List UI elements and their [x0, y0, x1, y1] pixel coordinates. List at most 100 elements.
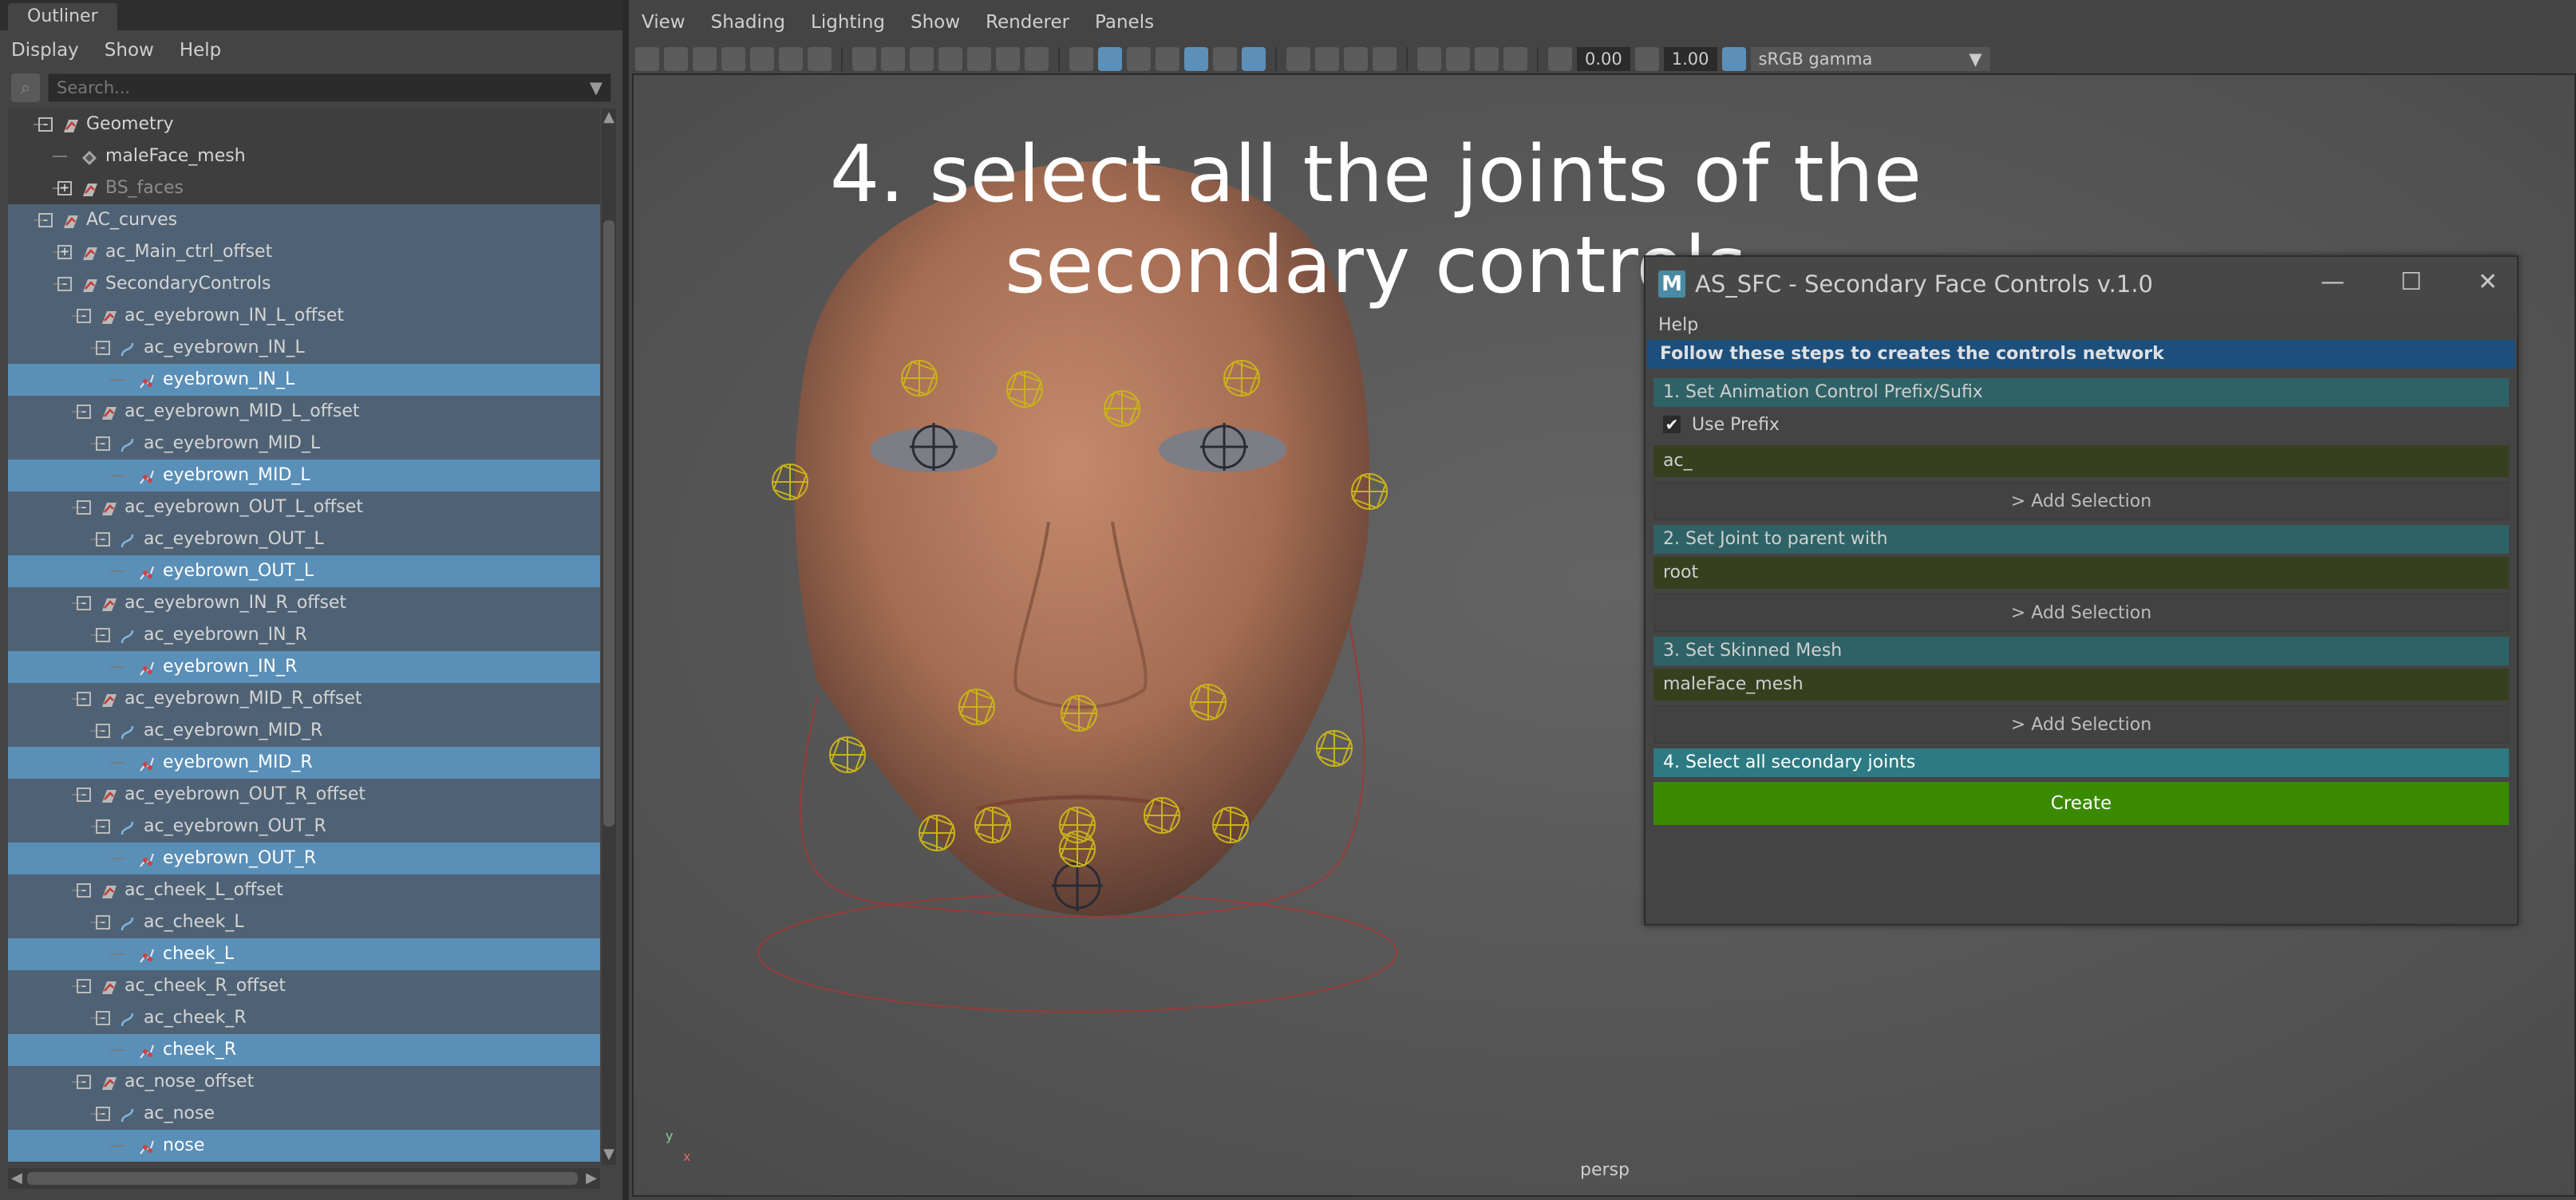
outliner-row-curve[interactable]: - ac_eyebrown_OUT_R — [8, 811, 600, 843]
xray-joints-icon[interactable] — [1503, 47, 1527, 71]
outliner-search-input[interactable]: Search... ▼ — [48, 73, 611, 102]
collapse-icon[interactable]: - — [96, 819, 110, 834]
depth-of-field-icon[interactable] — [1373, 47, 1397, 71]
film-gate-icon[interactable] — [881, 47, 905, 71]
camera-lock-icon[interactable] — [664, 47, 688, 71]
outliner-row-group[interactable]: - ac_eyebrown_IN_L_offset — [8, 300, 600, 332]
collapse-icon[interactable]: - — [96, 436, 110, 451]
scroll-up-arrow-icon[interactable]: ▲ — [603, 109, 614, 125]
collapse-icon[interactable]: - — [38, 213, 53, 227]
safe-action-icon[interactable] — [996, 47, 1020, 71]
create-button[interactable]: Create — [1653, 782, 2509, 825]
outliner-row-group[interactable]: - ac_eyebrown_MID_L_offset — [8, 396, 600, 428]
outliner-row-joint[interactable]: nose — [8, 1130, 600, 1162]
outliner-tree[interactable]: - Geometry maleFace_mesh + BS_faces - AC_curve… — [8, 109, 600, 1165]
outliner-row-group[interactable]: - ac_eyebrown_OUT_R_offset — [8, 779, 600, 811]
outliner-vscroll-thumb[interactable] — [603, 220, 614, 827]
viewport-menu-lighting[interactable]: Lighting — [811, 12, 885, 33]
grid-icon[interactable] — [852, 47, 876, 71]
minimize-icon[interactable]: — — [2321, 268, 2345, 296]
gamma-icon[interactable] — [1634, 47, 1659, 71]
gamma-field[interactable]: 1.00 — [1663, 47, 1717, 71]
default-material-icon[interactable] — [1127, 47, 1151, 71]
secondary-control-shape[interactable] — [772, 464, 808, 500]
secondary-control-shape[interactable] — [1006, 371, 1043, 408]
filter-icon[interactable]: ⌕ — [11, 73, 40, 102]
collapse-icon[interactable]: - — [96, 724, 110, 738]
outliner-row-curve[interactable]: - ac_eyebrown_IN_R — [8, 619, 600, 651]
scroll-right-arrow-icon[interactable]: ▶ — [586, 1170, 597, 1186]
outliner-row-group[interactable]: - SecondaryControls — [8, 268, 600, 300]
collapse-icon[interactable]: - — [77, 883, 91, 898]
secondary-control-shape[interactable] — [1059, 831, 1096, 867]
viewport-menu-panels[interactable]: Panels — [1095, 12, 1154, 33]
secondary-control-shape[interactable] — [1104, 390, 1140, 427]
secondary-control-shape[interactable] — [1351, 473, 1388, 510]
collapse-icon[interactable]: - — [96, 628, 110, 642]
scroll-left-arrow-icon[interactable]: ◀ — [11, 1170, 22, 1186]
xray-icon[interactable] — [1446, 47, 1470, 71]
color-space-select[interactable]: sRGB gamma ▼ — [1750, 47, 1990, 71]
outliner-row-joint[interactable]: eyebrown_MID_L — [8, 460, 600, 491]
search-dropdown-icon[interactable]: ▼ — [590, 78, 603, 97]
collapse-icon[interactable]: - — [77, 788, 91, 802]
anti-aliasing-icon[interactable] — [1344, 47, 1368, 71]
add-selection-button-2[interactable]: > Add Selection — [1653, 594, 2509, 632]
secondary-control-shape[interactable] — [1212, 807, 1249, 843]
secondary-control-shape[interactable] — [919, 815, 955, 851]
prefix-input[interactable]: ac_ — [1653, 445, 2509, 477]
collapse-icon[interactable]: - — [96, 532, 110, 547]
dialog-titlebar[interactable]: M AS_SFC - Secondary Face Controls v.1.0… — [1646, 257, 2517, 311]
textured-icon[interactable] — [1184, 47, 1208, 71]
outliner-row-group[interactable]: - Geometry — [8, 109, 600, 140]
outliner-row-group[interactable]: + BS_faces — [8, 172, 600, 204]
collapse-icon[interactable]: - — [96, 915, 110, 930]
collapse-icon[interactable]: - — [96, 341, 110, 355]
outliner-row-curve[interactable]: - ac_cheek_R — [8, 1002, 600, 1034]
outliner-menu-help[interactable]: Help — [180, 40, 221, 61]
collapse-icon[interactable]: - — [96, 1011, 110, 1025]
safe-title-icon[interactable] — [1025, 47, 1049, 71]
2d-pan-zoom-icon[interactable] — [779, 47, 803, 71]
collapse-icon[interactable]: - — [77, 309, 91, 323]
outliner-row-group[interactable]: - ac_cheek_R_offset — [8, 970, 600, 1002]
outliner-row-group[interactable]: + ac_Main_ctrl_offset — [8, 236, 600, 268]
outliner-hscroll-thumb[interactable] — [27, 1172, 578, 1185]
secondary-control-shape[interactable] — [1190, 684, 1227, 720]
collapse-icon[interactable]: - — [38, 117, 53, 132]
secondary-control-shape[interactable] — [901, 360, 938, 397]
color-management-icon[interactable] — [1721, 47, 1746, 71]
grease-pencil-icon[interactable] — [808, 47, 832, 71]
collapse-icon[interactable]: - — [77, 500, 91, 515]
skinned-mesh-input[interactable]: maleFace_mesh — [1653, 669, 2509, 701]
field-chart-icon[interactable] — [967, 47, 991, 71]
secondary-control-shape[interactable] — [1061, 695, 1097, 732]
bookmark-icon[interactable] — [721, 47, 745, 71]
add-selection-button-3[interactable]: > Add Selection — [1653, 705, 2509, 744]
camera-attributes-icon[interactable] — [693, 47, 717, 71]
outliner-tab[interactable]: Outliner — [8, 3, 117, 30]
ambient-occlusion-icon[interactable] — [1286, 47, 1310, 71]
collapse-icon[interactable]: - — [77, 1075, 91, 1089]
outliner-row-joint[interactable]: eyebrown_OUT_R — [8, 843, 600, 874]
viewport-menu-renderer[interactable]: Renderer — [986, 12, 1069, 33]
outliner-row-group[interactable]: - ac_cheek_L_offset — [8, 874, 600, 906]
outliner-row-joint[interactable]: eyebrown_IN_L — [8, 364, 600, 396]
viewport-menu-shading[interactable]: Shading — [711, 12, 785, 33]
use-lights-icon[interactable] — [1213, 47, 1237, 71]
outliner-menu-show[interactable]: Show — [105, 40, 154, 61]
outliner-row-group[interactable]: - ac_eyebrown_MID_R_offset — [8, 683, 600, 715]
collapse-icon[interactable]: - — [96, 1107, 110, 1121]
gate-mask-icon[interactable] — [938, 47, 962, 71]
outliner-row-curve[interactable]: - ac_eyebrown_MID_R — [8, 715, 600, 747]
expand-icon[interactable]: + — [57, 245, 72, 259]
collapse-icon[interactable]: - — [77, 405, 91, 419]
outliner-row-joint[interactable]: eyebrown_OUT_L — [8, 555, 600, 587]
viewport-menu-show[interactable]: Show — [911, 12, 960, 33]
exposure-icon[interactable] — [1548, 47, 1572, 71]
secondary-control-shape[interactable] — [958, 689, 995, 725]
secondary-control-shape[interactable] — [1223, 360, 1260, 397]
collapse-icon[interactable]: - — [77, 692, 91, 706]
outliner-vertical-scrollbar[interactable] — [602, 109, 616, 1165]
image-plane-icon[interactable] — [750, 47, 774, 71]
